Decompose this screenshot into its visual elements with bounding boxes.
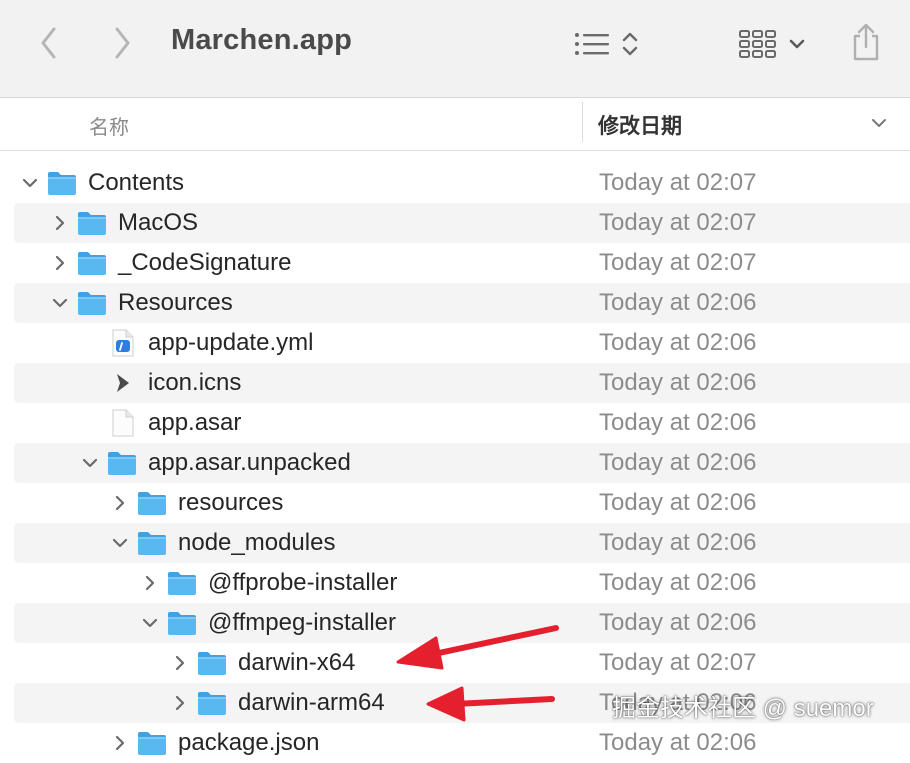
share-button[interactable] <box>848 20 884 64</box>
file-name: node_modules <box>178 529 336 556</box>
view-options-button[interactable] <box>568 26 644 62</box>
file-name: @ffmpeg-installer <box>208 609 396 636</box>
list-item[interactable]: _CodeSignature Today at 02:07 <box>0 243 910 283</box>
icns-file-icon <box>107 369 137 397</box>
file-name: Resources <box>118 289 233 316</box>
disclosure-expanded-icon[interactable] <box>80 453 100 473</box>
date-modified: Today at 02:07 <box>599 209 757 236</box>
disclosure-collapsed-icon[interactable] <box>110 493 130 513</box>
file-name: darwin-x64 <box>238 649 356 676</box>
date-modified: Today at 02:06 <box>599 729 757 756</box>
document-icon <box>107 409 137 437</box>
file-name: app.asar <box>148 409 242 436</box>
disclosure-collapsed-icon[interactable] <box>110 733 130 753</box>
date-modified: Today at 02:06 <box>599 369 757 396</box>
date-modified: Today at 02:06 <box>599 289 757 316</box>
date-modified-column-header[interactable]: 修改日期 <box>598 110 682 140</box>
chevron-right-icon <box>115 27 130 59</box>
file-list: Contents Today at 02:07 MacOS Today at 02:0… <box>0 163 910 763</box>
disclosure-collapsed-icon[interactable] <box>50 253 70 273</box>
list-item[interactable]: @ffmpeg-installer Today at 02:06 <box>0 603 910 643</box>
file-name: app-update.yml <box>148 329 314 356</box>
file-name: app.asar.unpacked <box>148 449 351 476</box>
forward-button[interactable] <box>107 25 137 61</box>
chevron-left-icon <box>41 27 56 59</box>
date-modified: Today at 02:06 <box>599 569 757 596</box>
list-item[interactable]: icon.icns Today at 02:06 <box>0 363 910 403</box>
file-name: @ffprobe-installer <box>208 569 398 596</box>
file-name: _CodeSignature <box>118 249 292 276</box>
folder-icon <box>167 569 197 597</box>
chevron-down-icon <box>789 39 805 49</box>
group-button[interactable] <box>734 26 810 62</box>
column-divider[interactable] <box>582 102 583 142</box>
list-item[interactable]: node_modules Today at 02:06 <box>0 523 910 563</box>
disclosure-expanded-icon[interactable] <box>140 613 160 633</box>
date-modified: Today at 02:07 <box>599 249 757 276</box>
folder-icon <box>77 289 107 317</box>
folder-icon <box>47 169 77 197</box>
disclosure-collapsed-icon[interactable] <box>140 573 160 593</box>
folder-icon <box>197 649 227 677</box>
name-column-header[interactable]: 名称 <box>89 111 129 140</box>
list-item[interactable]: Contents Today at 02:07 <box>0 163 910 203</box>
list-item[interactable]: MacOS Today at 02:07 <box>0 203 910 243</box>
date-modified: Today at 02:06 <box>599 329 757 356</box>
file-name: Contents <box>88 169 185 196</box>
watermark: 掘金技术社区 @ suemor <box>612 695 874 722</box>
disclosure-expanded-icon[interactable] <box>110 533 130 553</box>
disclosure-collapsed-icon[interactable] <box>170 693 190 713</box>
disclosure-collapsed-icon[interactable] <box>170 653 190 673</box>
disclosure-expanded-icon[interactable] <box>20 173 40 193</box>
file-name: darwin-arm64 <box>238 689 385 716</box>
list-item[interactable]: app-update.yml Today at 02:06 <box>0 323 910 363</box>
column-header: 名称 修改日期 <box>0 98 910 151</box>
window-title: Marchen.app <box>171 24 353 56</box>
folder-icon <box>197 689 227 717</box>
file-name: package.json <box>178 729 320 756</box>
date-modified: Today at 02:06 <box>599 489 757 516</box>
folder-icon <box>107 449 137 477</box>
folder-icon <box>137 529 167 557</box>
sort-chevron-icon[interactable] <box>870 114 888 137</box>
grid-view-icon <box>739 30 776 58</box>
updown-chevron-icon <box>622 32 638 56</box>
folder-icon <box>77 209 107 237</box>
folder-icon <box>137 489 167 517</box>
date-modified: Today at 02:06 <box>599 409 757 436</box>
list-item[interactable]: resources Today at 02:06 <box>0 483 910 523</box>
file-name: icon.icns <box>148 369 242 396</box>
list-item[interactable]: @ffprobe-installer Today at 02:06 <box>0 563 910 603</box>
disclosure-collapsed-icon[interactable] <box>50 213 70 233</box>
share-icon <box>853 23 879 61</box>
list-item[interactable]: darwin-x64 Today at 02:07 <box>0 643 910 683</box>
list-item[interactable]: Resources Today at 02:06 <box>0 283 910 323</box>
date-modified: Today at 02:06 <box>599 449 757 476</box>
date-modified: Today at 02:06 <box>599 609 757 636</box>
folder-icon <box>77 249 107 277</box>
file-name: resources <box>178 489 284 516</box>
list-item[interactable]: package.json Today at 02:06 <box>0 723 910 763</box>
date-modified: Today at 02:06 <box>599 529 757 556</box>
yml-file-icon <box>107 329 137 357</box>
disclosure-expanded-icon[interactable] <box>50 293 70 313</box>
list-view-icon <box>575 33 609 55</box>
toolbar: Marchen.app <box>0 0 910 98</box>
back-button[interactable] <box>34 25 64 61</box>
folder-icon <box>167 609 197 637</box>
date-modified: Today at 02:07 <box>599 649 757 676</box>
list-item[interactable]: app.asar Today at 02:06 <box>0 403 910 443</box>
file-name: MacOS <box>118 209 199 236</box>
folder-icon <box>137 729 167 757</box>
list-item[interactable]: app.asar.unpacked Today at 02:06 <box>0 443 910 483</box>
date-modified: Today at 02:07 <box>599 169 757 196</box>
